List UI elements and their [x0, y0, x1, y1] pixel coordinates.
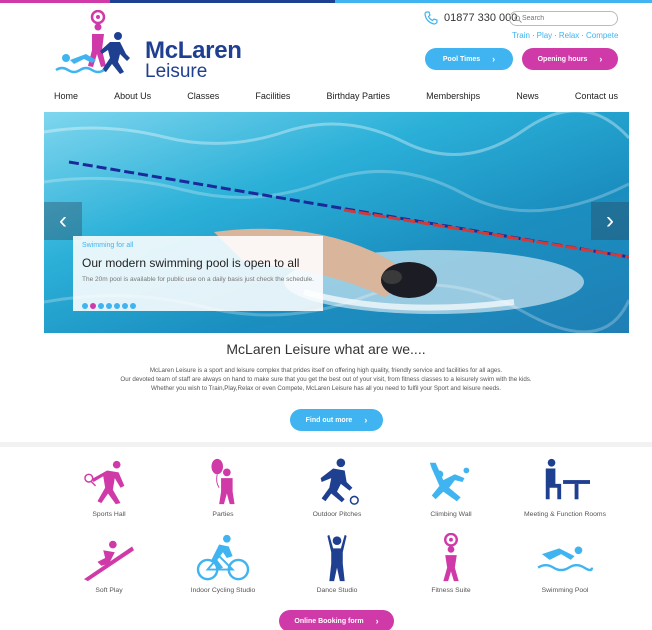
facility-item[interactable]: Fitness Suite	[391, 533, 511, 594]
chevron-right-icon: ›	[364, 415, 368, 425]
slider-dot[interactable]	[122, 303, 128, 309]
about-text: McLaren Leisure is a sport and leisure c…	[60, 366, 592, 393]
opening-hours-button[interactable]: Opening hours ›	[522, 48, 618, 70]
main-nav: Home About Us Classes Facilities Birthda…	[44, 91, 628, 107]
facility-label: Fitness Suite	[431, 587, 471, 594]
facility-label: Sports Hall	[92, 511, 126, 518]
nav-facilities[interactable]: Facilities	[245, 91, 300, 107]
about-line-2: Our devoted team of staff are always on …	[120, 376, 532, 383]
search-icon	[514, 15, 522, 23]
search-input[interactable]	[522, 15, 612, 22]
online-booking-label: Online Booking form	[294, 617, 364, 625]
pool-times-label: Pool Times	[442, 55, 481, 63]
facility-item[interactable]: Meeting & Function Rooms	[505, 457, 625, 518]
find-out-more-button[interactable]: Find out more ›	[290, 409, 383, 431]
tagline-relax: Relax	[558, 31, 580, 40]
logo-text-leisure[interactable]: Leisure	[145, 61, 207, 83]
meeting-table-icon	[545, 458, 590, 500]
tagline-play: Play	[536, 31, 553, 40]
facility-item[interactable]: Dance Studio	[277, 533, 397, 594]
facility-label: Climbing Wall	[430, 511, 472, 518]
facility-label: Dance Studio	[316, 587, 358, 594]
slide-kicker: Swimming for all	[82, 242, 134, 249]
slider-dot[interactable]	[90, 303, 96, 309]
facility-label: Outdoor Pitches	[312, 511, 362, 518]
swimmer-icon	[537, 546, 594, 572]
football-player-icon	[320, 458, 359, 505]
phone-text: 01877 330 000	[444, 12, 518, 24]
facility-label: Indoor Cycling Studio	[190, 587, 256, 594]
slider-dot[interactable]	[106, 303, 112, 309]
slide-description: The 20m pool is available for public use…	[82, 276, 314, 283]
facility-item[interactable]: Sports Hall	[49, 457, 169, 518]
nav-contact-us[interactable]: Contact us	[565, 91, 628, 107]
online-booking-button[interactable]: Online Booking form ›	[279, 610, 394, 630]
chevron-right-icon: ›	[606, 207, 614, 234]
cyclist-icon	[196, 534, 250, 581]
slider-dot[interactable]	[130, 303, 136, 309]
weightlifter-icon	[443, 533, 459, 582]
chevron-right-icon: ›	[492, 54, 496, 64]
slider-prev-button[interactable]: ‹	[44, 202, 82, 240]
slide-caption: Swimming for all Our modern swimming poo…	[73, 236, 323, 311]
slider-dots	[82, 303, 138, 309]
slide-figure-icon	[84, 540, 134, 582]
facility-label: Swimming Pool	[541, 587, 589, 594]
facility-item[interactable]: Climbing Wall	[391, 457, 511, 518]
chevron-right-icon: ›	[375, 616, 379, 626]
about-line-3: Whether you wish to Train,Play,Relax or …	[150, 385, 501, 392]
nav-home[interactable]: Home	[44, 91, 88, 107]
hero-slider[interactable]: ‹ › Swimming for all Our modern swimming…	[44, 112, 629, 333]
nav-news[interactable]: News	[506, 91, 549, 107]
slider-dot[interactable]	[98, 303, 104, 309]
opening-hours-label: Opening hours	[537, 55, 588, 63]
slider-next-button[interactable]: ›	[591, 202, 629, 240]
nav-about-us[interactable]: About Us	[104, 91, 161, 107]
facility-item[interactable]: Indoor Cycling Studio	[163, 533, 283, 594]
facility-label: Meeting & Function Rooms	[524, 511, 606, 518]
chevron-right-icon: ›	[599, 54, 603, 64]
about-title: McLaren Leisure what are we....	[226, 341, 426, 357]
facility-item[interactable]: Soft Play	[49, 533, 169, 594]
tagline: Train · Play · Relax · Compete	[512, 31, 619, 40]
dancer-icon	[327, 534, 347, 582]
about-line-1: McLaren Leisure is a sport and leisure c…	[149, 367, 503, 374]
badminton-player-icon	[84, 460, 125, 505]
chevron-left-icon: ‹	[59, 207, 67, 234]
tagline-compete: Compete	[585, 31, 619, 40]
climber-icon	[429, 462, 470, 502]
logo-figures-icon	[55, 9, 130, 74]
nav-memberships[interactable]: Memberships	[416, 91, 490, 107]
pool-times-button[interactable]: Pool Times ›	[425, 48, 513, 70]
tagline-train: Train	[512, 31, 530, 40]
section-divider	[0, 442, 652, 447]
facility-item[interactable]: Swimming Pool	[505, 533, 625, 594]
facility-item[interactable]: Outdoor Pitches	[277, 457, 397, 518]
facility-label: Parties	[212, 511, 234, 518]
nav-birthday-parties[interactable]: Birthday Parties	[317, 91, 401, 107]
balloon-figure-icon	[211, 458, 235, 505]
facility-item[interactable]: Parties	[163, 457, 283, 518]
find-out-more-label: Find out more	[305, 416, 353, 424]
nav-classes[interactable]: Classes	[177, 91, 229, 107]
search-box[interactable]	[509, 11, 618, 26]
slider-dot[interactable]	[114, 303, 120, 309]
slide-title[interactable]: Our modern swimming pool is open to all	[82, 256, 314, 270]
facility-label: Soft Play	[95, 587, 123, 594]
phone-number[interactable]: 01877 330 000	[424, 11, 517, 25]
slider-dot[interactable]	[82, 303, 88, 309]
phone-icon	[424, 11, 438, 25]
top-color-strip	[0, 0, 652, 3]
